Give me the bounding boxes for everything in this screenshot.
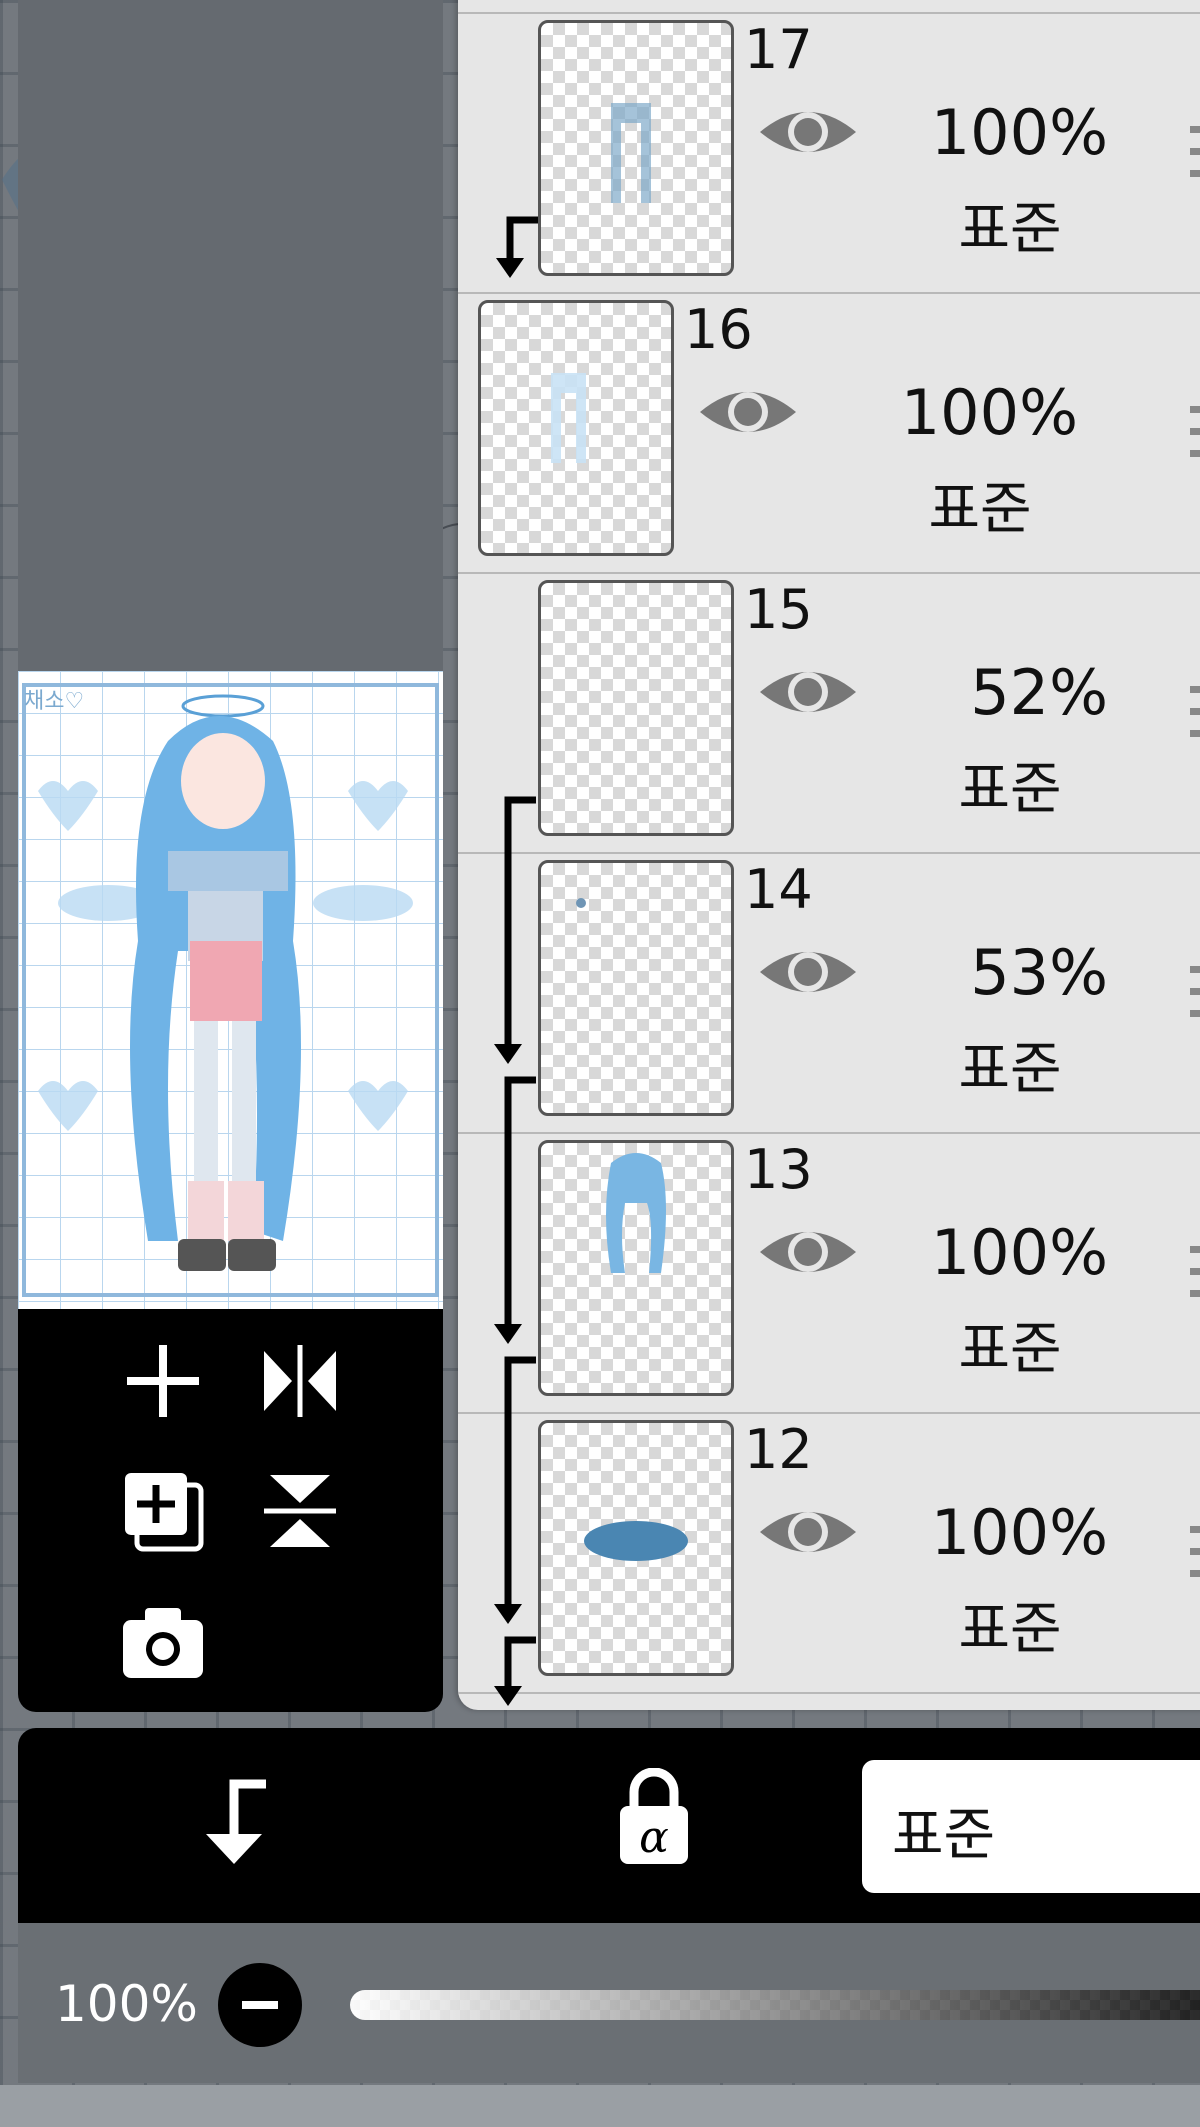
add-layer-icon[interactable] (113, 1331, 213, 1431)
layer-number: 12 (744, 1418, 813, 1481)
svg-text:α: α (639, 1812, 669, 1863)
layer-opacity: 100% (930, 96, 1108, 169)
layer-opacity: 100% (930, 1496, 1108, 1569)
duplicate-layer-icon[interactable] (113, 1461, 213, 1561)
reference-tools (18, 1309, 443, 1712)
character-artwork (18, 671, 443, 1309)
layer-thumbnail (538, 1140, 734, 1396)
layer-blend-mode: 표준 (958, 1317, 1062, 1382)
layer-opacity: 52% (970, 656, 1108, 729)
layer-opacity: 53% (970, 936, 1108, 1009)
eye-icon[interactable] (758, 1222, 858, 1282)
layer-opacity: 100% (900, 376, 1078, 449)
clip-arrow-icon (494, 1636, 536, 1706)
clip-arrow-icon (494, 1356, 536, 1624)
opacity-slider[interactable] (350, 1990, 1200, 2020)
eye-icon[interactable] (758, 102, 858, 162)
alpha-lock-icon[interactable]: α (616, 1768, 692, 1868)
eye-icon[interactable] (758, 942, 858, 1002)
drag-handle-icon[interactable] (1180, 1522, 1200, 1582)
eye-icon[interactable] (758, 662, 858, 722)
layer-thumbnail (478, 300, 674, 556)
blend-mode-select[interactable]: 표준 (862, 1760, 1200, 1893)
clip-arrow-icon (494, 796, 536, 1064)
layer-row-12[interactable]: 12 100% 표준 (458, 1412, 1200, 1694)
flip-horizontal-icon[interactable] (250, 1331, 350, 1431)
layer-row-16[interactable]: 16 100% 표준 (458, 292, 1200, 574)
layer-blend-mode: 표준 (958, 197, 1062, 262)
signature-text: 채소♡ (24, 689, 85, 714)
layer-row-15[interactable]: 15 52% 표준 (458, 572, 1200, 854)
layer-row-17[interactable]: 17 100% 표준 (458, 12, 1200, 294)
layer-thumbnail (538, 20, 734, 276)
drag-handle-icon[interactable] (1180, 402, 1200, 462)
layer-number: 16 (684, 298, 753, 361)
drag-handle-icon[interactable] (1180, 122, 1200, 182)
drag-handle-icon[interactable] (1180, 682, 1200, 742)
bottom-edge (0, 2085, 1200, 2127)
layer-number: 14 (744, 858, 813, 921)
drag-handle-icon[interactable] (1180, 1242, 1200, 1302)
layer-blend-mode: 표준 (958, 757, 1062, 822)
clip-arrow-icon (496, 216, 538, 278)
layer-list[interactable]: 표준 17 100% 표준 16 100% 표준 15 52% 표준 14 (458, 0, 1200, 1710)
camera-icon[interactable] (113, 1592, 213, 1692)
eye-icon[interactable] (758, 1502, 858, 1562)
layer-blend-mode: 표준 (958, 1037, 1062, 1102)
layer-row-13[interactable]: 13 100% 표준 (458, 1132, 1200, 1414)
eye-icon[interactable] (698, 382, 798, 442)
clip-arrow-icon (494, 1076, 536, 1344)
canvas-preview[interactable]: 채소♡ (18, 671, 443, 1309)
clip-arrow-icon[interactable] (194, 1778, 274, 1868)
layer-number: 13 (744, 1138, 813, 1201)
layer-blend-mode: 표준 (958, 1597, 1062, 1662)
layer-number: 15 (744, 578, 813, 641)
flip-vertical-icon[interactable] (250, 1461, 350, 1561)
blend-mode-value: 표준 (892, 1803, 996, 1868)
layer-opacity: 100% (930, 1216, 1108, 1289)
minus-icon[interactable] (218, 1963, 302, 2047)
layer-thumbnail (538, 580, 734, 836)
layer-thumbnail (538, 1420, 734, 1676)
layer-number: 17 (744, 18, 813, 81)
layer-blend-mode: 표준 (928, 477, 1032, 542)
opacity-value: 100% (55, 1975, 198, 2033)
drag-handle-icon[interactable] (1180, 962, 1200, 1022)
layer-thumbnail (538, 860, 734, 1116)
layer-row-14[interactable]: 14 53% 표준 (458, 852, 1200, 1134)
